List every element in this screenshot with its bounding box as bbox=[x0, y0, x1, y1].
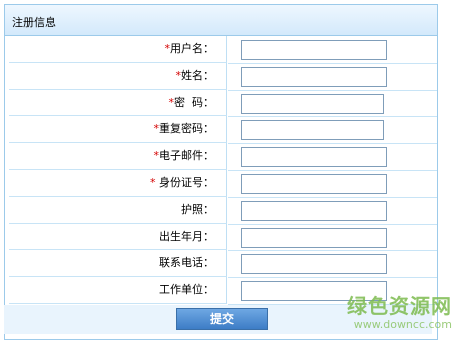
form-title: 注册信息 bbox=[12, 16, 56, 29]
form-row-birth-date: 出生年月： bbox=[9, 223, 437, 252]
form-row-confirm-password: *重复密码： bbox=[9, 116, 437, 145]
phone-label: 联系电话： bbox=[159, 256, 214, 270]
form-row-phone: 联系电话： bbox=[9, 250, 437, 279]
username-label: 用户名： bbox=[170, 42, 214, 55]
form-row-id-number: * 身份证号： bbox=[9, 169, 437, 198]
form-row-name: *姓名： bbox=[9, 62, 437, 91]
form-row-password: *密 码： bbox=[9, 89, 437, 118]
email-input[interactable] bbox=[241, 147, 387, 168]
confirm-password-input[interactable] bbox=[241, 120, 384, 141]
password-input[interactable] bbox=[241, 93, 384, 114]
form-row-email: *电子邮件： bbox=[9, 143, 437, 171]
password-label: 密 码： bbox=[174, 95, 214, 109]
employer-label: 工作单位： bbox=[159, 283, 214, 297]
watermark-url: www.downcc.com bbox=[353, 318, 452, 331]
id-number-label: 身份证号： bbox=[155, 175, 214, 189]
phone-input[interactable] bbox=[241, 254, 387, 275]
id-number-input[interactable] bbox=[241, 173, 387, 194]
name-label: 姓名： bbox=[181, 68, 214, 82]
passport-input[interactable] bbox=[241, 200, 387, 221]
watermark-text: 绿色资源网 bbox=[347, 294, 452, 318]
birth-date-input[interactable] bbox=[241, 227, 387, 248]
form-row-username: *用户名： bbox=[9, 36, 437, 64]
form-rows: *用户名： *姓名： *密 码： *重复密码： *电子邮件： * 身份证号： 护… bbox=[9, 36, 437, 305]
username-input[interactable] bbox=[241, 40, 387, 60]
watermark-logo: 绿色资源网 www.downcc.com bbox=[318, 290, 458, 338]
email-label: 电子邮件： bbox=[159, 149, 214, 163]
form-header: 注册信息 bbox=[5, 5, 437, 36]
birth-date-label: 出生年月： bbox=[159, 229, 214, 243]
name-input[interactable] bbox=[241, 66, 387, 87]
confirm-password-label: 重复密码： bbox=[159, 122, 214, 136]
form-row-passport: 护照： bbox=[9, 196, 437, 225]
passport-label: 护照： bbox=[181, 202, 214, 216]
submit-button[interactable]: 提交 bbox=[176, 308, 268, 330]
